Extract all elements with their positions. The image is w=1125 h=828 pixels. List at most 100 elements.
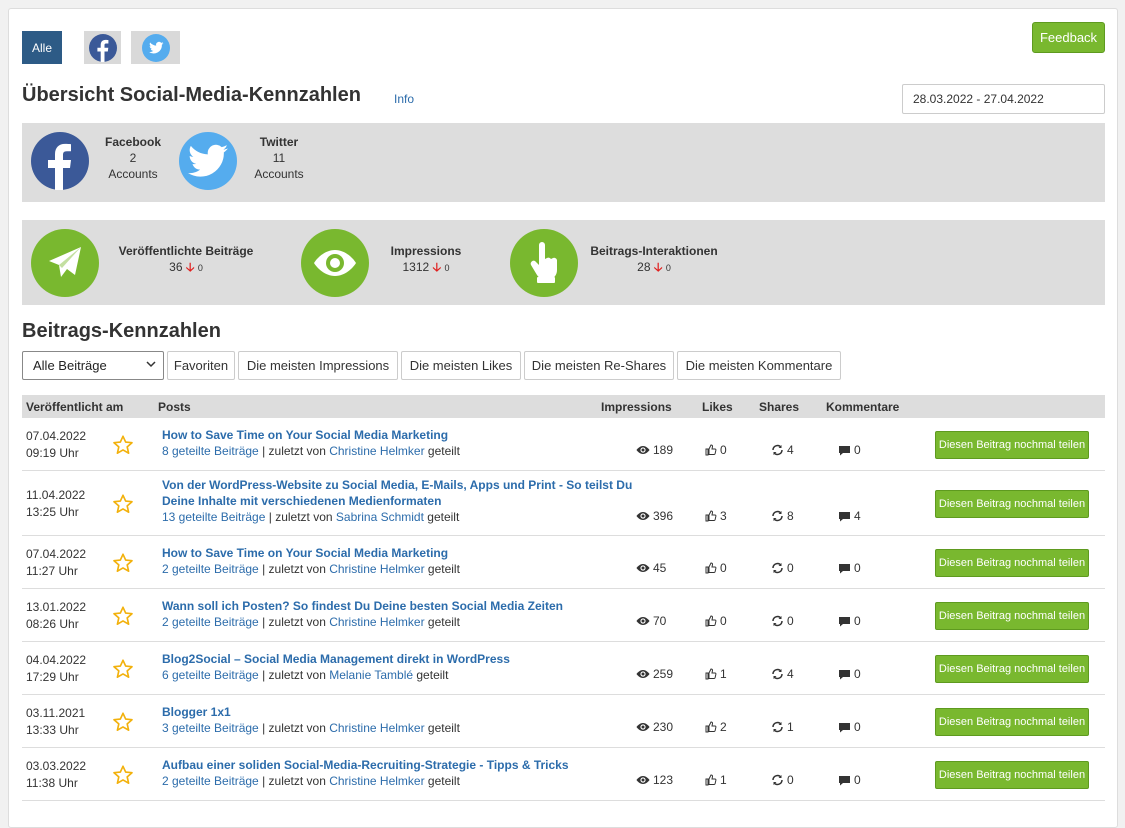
impressions-cell: 123: [636, 773, 673, 787]
author-link[interactable]: Christine Helmker: [329, 562, 424, 576]
star-icon[interactable]: [112, 711, 134, 733]
author-link[interactable]: Christine Helmker: [329, 774, 424, 788]
reshare-post-button[interactable]: Diesen Beitrag nochmal teilen: [935, 489, 1089, 518]
star-icon[interactable]: [112, 764, 134, 786]
post-title-link[interactable]: How to Save Time on Your Social Media Ma…: [162, 427, 642, 443]
post-date-day: 07.04.2022: [26, 546, 87, 561]
account-unit: Accounts: [108, 167, 158, 181]
shares-value: 4: [787, 667, 794, 681]
post-title-link[interactable]: Von der WordPress-Website zu Social Medi…: [162, 477, 642, 509]
filter-favorites-button[interactable]: Favoriten: [167, 351, 235, 380]
comments-value: 0: [854, 443, 861, 457]
shared-posts-link[interactable]: 6 geteilte Beiträge: [162, 668, 259, 682]
reshare-post-button[interactable]: Diesen Beitrag nochmal teilen: [935, 548, 1089, 577]
author-link[interactable]: Sabrina Schmidt: [336, 510, 424, 524]
posts-table: Veröffentlicht am Posts Impressions Like…: [22, 395, 1105, 801]
shared-by-suffix: geteilt: [424, 562, 460, 576]
filter-all-button[interactable]: Alle: [22, 31, 62, 64]
star-icon[interactable]: [112, 552, 134, 574]
header-comments: Kommentare: [826, 400, 900, 414]
shared-posts-link[interactable]: 2 geteilte Beiträge: [162, 615, 259, 629]
reshare-post-button[interactable]: Diesen Beitrag nochmal teilen: [935, 707, 1089, 736]
post-title-link[interactable]: How to Save Time on Your Social Media Ma…: [162, 545, 642, 561]
shared-posts-link[interactable]: 2 geteilte Beiträge: [162, 774, 259, 788]
post-type-select-value: Alle Beiträge: [33, 358, 107, 373]
filter-most-reshares-button[interactable]: Die meisten Re-Shares: [524, 351, 674, 380]
reshare-post-button[interactable]: Diesen Beitrag nochmal teilen: [935, 601, 1089, 630]
dashboard-panel: Alle Feedback Übersicht Social-Media-Ken…: [8, 8, 1118, 828]
metric-value: 1312: [402, 260, 430, 274]
post-info: Wann soll ich Posten? So findest Du Dein…: [162, 598, 642, 630]
feedback-button[interactable]: Feedback: [1032, 22, 1105, 53]
comments-value: 0: [854, 667, 861, 681]
comments-cell: 0: [838, 773, 861, 787]
star-icon[interactable]: [112, 493, 134, 515]
shares-value: 4: [787, 443, 794, 457]
post-date: 04.04.2022 17:29 Uhr: [26, 652, 86, 686]
reshare-post-button[interactable]: Diesen Beitrag nochmal teilen: [935, 760, 1089, 789]
shared-by-suffix: geteilt: [424, 444, 460, 458]
shared-posts-link[interactable]: 2 geteilte Beiträge: [162, 562, 259, 576]
reshare-icon: [772, 721, 783, 733]
post-title-link[interactable]: Blog2Social – Social Media Management di…: [162, 651, 642, 667]
post-title-link[interactable]: Wann soll ich Posten? So findest Du Dein…: [162, 598, 642, 614]
reshare-icon: [772, 562, 783, 574]
impressions-cell: 396: [636, 509, 673, 523]
impressions-value: 230: [653, 720, 674, 734]
impressions-cell: 189: [636, 443, 673, 457]
post-title-link[interactable]: Aufbau einer soliden Social-Media-Recrui…: [162, 757, 642, 773]
impressions-value: 189: [653, 443, 674, 457]
author-link[interactable]: Christine Helmker: [329, 615, 424, 629]
post-date-time: 08:26 Uhr: [26, 616, 79, 631]
reshare-post-button[interactable]: Diesen Beitrag nochmal teilen: [935, 654, 1089, 683]
reshare-icon: [772, 668, 783, 680]
header-likes: Likes: [702, 400, 733, 414]
shared-posts-link[interactable]: 3 geteilte Beiträge: [162, 721, 259, 735]
shared-posts-link[interactable]: 13 geteilte Beiträge: [162, 510, 265, 524]
post-date-day: 03.03.2022: [26, 758, 87, 773]
post-date-time: 11:38 Uhr: [26, 775, 78, 790]
post-date-time: 11:27 Uhr: [26, 563, 78, 578]
metric-value: 36: [169, 260, 183, 274]
impressions-value: 396: [653, 509, 674, 523]
shared-by-prefix: | zuletzt von: [258, 774, 330, 788]
star-icon[interactable]: [112, 658, 134, 680]
filter-twitter-button[interactable]: [131, 31, 180, 64]
shares-value: 0: [787, 561, 794, 575]
eye-icon: [636, 446, 650, 454]
star-icon[interactable]: [112, 434, 134, 456]
account-count: 11: [272, 151, 286, 165]
comment-icon: [839, 616, 850, 626]
comments-value: 0: [854, 773, 861, 787]
post-title-link[interactable]: Blogger 1x1: [162, 704, 642, 720]
comments-cell: 0: [838, 667, 861, 681]
filter-facebook-button[interactable]: [84, 31, 121, 64]
filter-most-likes-button[interactable]: Die meisten Likes: [401, 351, 521, 380]
shares-value: 0: [787, 614, 794, 628]
filter-most-impressions-button[interactable]: Die meisten Impressions: [238, 351, 398, 380]
eye-icon: [636, 723, 650, 731]
thumbs-up-icon: [705, 668, 717, 680]
account-twitter: Twitter 11 Accounts: [179, 132, 319, 192]
shared-by-prefix: | zuletzt von: [258, 444, 330, 458]
reshare-post-button[interactable]: Diesen Beitrag nochmal teilen: [935, 430, 1089, 459]
post-info: Von der WordPress-Website zu Social Medi…: [162, 477, 642, 525]
post-date: 03.11.2021 13:33 Uhr: [26, 705, 85, 739]
date-range-input[interactable]: 28.03.2022 - 27.04.2022: [902, 84, 1105, 114]
filter-most-comments-button[interactable]: Die meisten Kommentare: [677, 351, 841, 380]
metric-label: Veröffentlichte Beiträge: [118, 244, 254, 258]
author-link[interactable]: Christine Helmker: [329, 721, 424, 735]
table-row: 13.01.2022 08:26 Uhr Wann soll ich Posten?…: [22, 589, 1105, 642]
star-icon[interactable]: [112, 605, 134, 627]
comments-cell: 0: [838, 720, 861, 734]
author-link[interactable]: Christine Helmker: [329, 444, 424, 458]
author-link[interactable]: Melanie Tamblé: [329, 668, 413, 682]
post-date-time: 17:29 Uhr: [26, 669, 79, 684]
shared-posts-link[interactable]: 8 geteilte Beiträge: [162, 444, 259, 458]
comments-cell: 0: [838, 561, 861, 575]
thumbs-up-icon: [705, 721, 717, 733]
impressions-cell: 45: [636, 561, 666, 575]
post-type-select[interactable]: Alle Beiträge: [22, 351, 164, 380]
post-date: 07.04.2022 09:19 Uhr: [26, 428, 86, 462]
info-link[interactable]: Info: [394, 92, 414, 106]
